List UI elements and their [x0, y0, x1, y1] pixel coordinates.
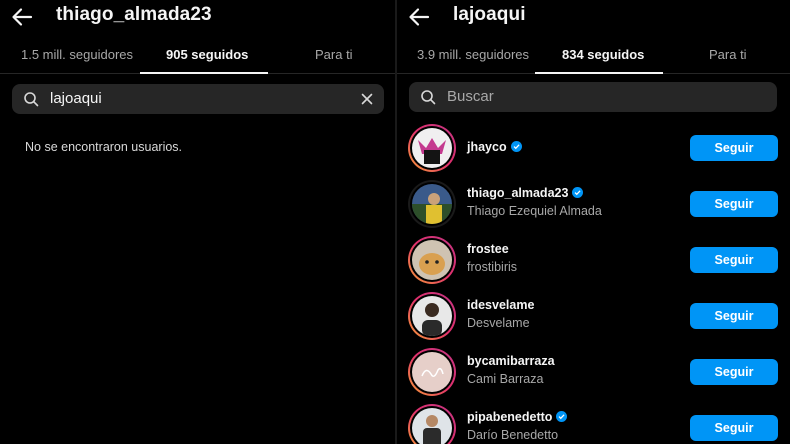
- follow-button[interactable]: Seguir: [690, 415, 778, 441]
- search-bar[interactable]: lajoaqui: [12, 84, 384, 114]
- story-ring[interactable]: [408, 124, 456, 172]
- avatar: [412, 184, 452, 224]
- username[interactable]: bycamibarraza: [467, 354, 555, 368]
- header: lajoaqui: [397, 0, 790, 34]
- left-panel: thiago_almada23 1.5 mill. seguidores 905…: [0, 0, 395, 444]
- follow-button[interactable]: Seguir: [690, 303, 778, 329]
- tab-bar: 1.5 mill. seguidores 905 seguidos Para t…: [0, 42, 395, 74]
- avatar: [412, 408, 452, 444]
- tab-following[interactable]: 834 seguidos: [562, 47, 644, 62]
- right-panel: lajoaqui 3.9 mill. seguidores 834 seguid…: [397, 0, 790, 444]
- follow-button[interactable]: Seguir: [690, 191, 778, 217]
- list-item[interactable]: idesvelame Desvelame Seguir: [397, 290, 790, 342]
- search-input[interactable]: Buscar: [447, 88, 494, 105]
- story-ring[interactable]: [408, 236, 456, 284]
- list-item[interactable]: jhayco Seguir: [397, 122, 790, 174]
- username[interactable]: thiago_almada23: [467, 186, 584, 200]
- follow-button[interactable]: Seguir: [690, 247, 778, 273]
- search-icon: [24, 92, 39, 107]
- story-ring[interactable]: [408, 404, 456, 444]
- verified-badge-icon: [556, 411, 568, 422]
- avatar: [412, 352, 452, 392]
- story-ring[interactable]: [408, 292, 456, 340]
- empty-results-message: No se encontraron usuarios.: [25, 140, 183, 154]
- full-name: Cami Barraza: [467, 372, 544, 386]
- profile-title: lajoaqui: [453, 4, 526, 25]
- tab-for-you[interactable]: Para ti: [315, 47, 353, 62]
- tab-followers[interactable]: 1.5 mill. seguidores: [21, 47, 133, 62]
- story-ring[interactable]: [408, 348, 456, 396]
- avatar: [412, 128, 452, 168]
- active-tab-indicator: [535, 72, 663, 74]
- verified-badge-icon: [510, 141, 522, 152]
- username[interactable]: pipabenedetto: [467, 410, 568, 424]
- full-name: Desvelame: [467, 316, 530, 330]
- username[interactable]: jhayco: [467, 140, 522, 154]
- avatar-frame[interactable]: [408, 180, 456, 228]
- full-name: frostibiris: [467, 260, 518, 274]
- profile-title: thiago_almada23: [56, 4, 212, 25]
- username[interactable]: idesvelame: [467, 298, 534, 312]
- username[interactable]: frostee: [467, 242, 509, 256]
- list-item[interactable]: pipabenedetto Darío Benedetto Seguir: [397, 402, 790, 444]
- close-icon[interactable]: [360, 92, 374, 106]
- back-arrow-icon[interactable]: [407, 5, 431, 29]
- full-name: Darío Benedetto: [467, 428, 559, 442]
- avatar: [412, 296, 452, 336]
- tab-for-you[interactable]: Para ti: [709, 47, 747, 62]
- avatar: [412, 240, 452, 280]
- verified-badge-icon: [572, 187, 584, 198]
- list-item[interactable]: thiago_almada23 Thiago Ezequiel Almada S…: [397, 178, 790, 230]
- list-item[interactable]: bycamibarraza Cami Barraza Seguir: [397, 346, 790, 398]
- search-icon: [421, 90, 436, 105]
- follow-button[interactable]: Seguir: [690, 135, 778, 161]
- active-tab-indicator: [140, 72, 268, 74]
- full-name: Thiago Ezequiel Almada: [467, 204, 602, 218]
- header: thiago_almada23: [0, 0, 395, 34]
- search-bar[interactable]: Buscar: [409, 82, 777, 112]
- back-arrow-icon[interactable]: [10, 5, 34, 29]
- tab-followers[interactable]: 3.9 mill. seguidores: [417, 47, 529, 62]
- follow-button[interactable]: Seguir: [690, 359, 778, 385]
- search-input[interactable]: lajoaqui: [50, 90, 102, 107]
- list-item[interactable]: frostee frostibiris Seguir: [397, 234, 790, 286]
- tab-bar: 3.9 mill. seguidores 834 seguidos Para t…: [397, 42, 790, 74]
- tab-following[interactable]: 905 seguidos: [166, 47, 248, 62]
